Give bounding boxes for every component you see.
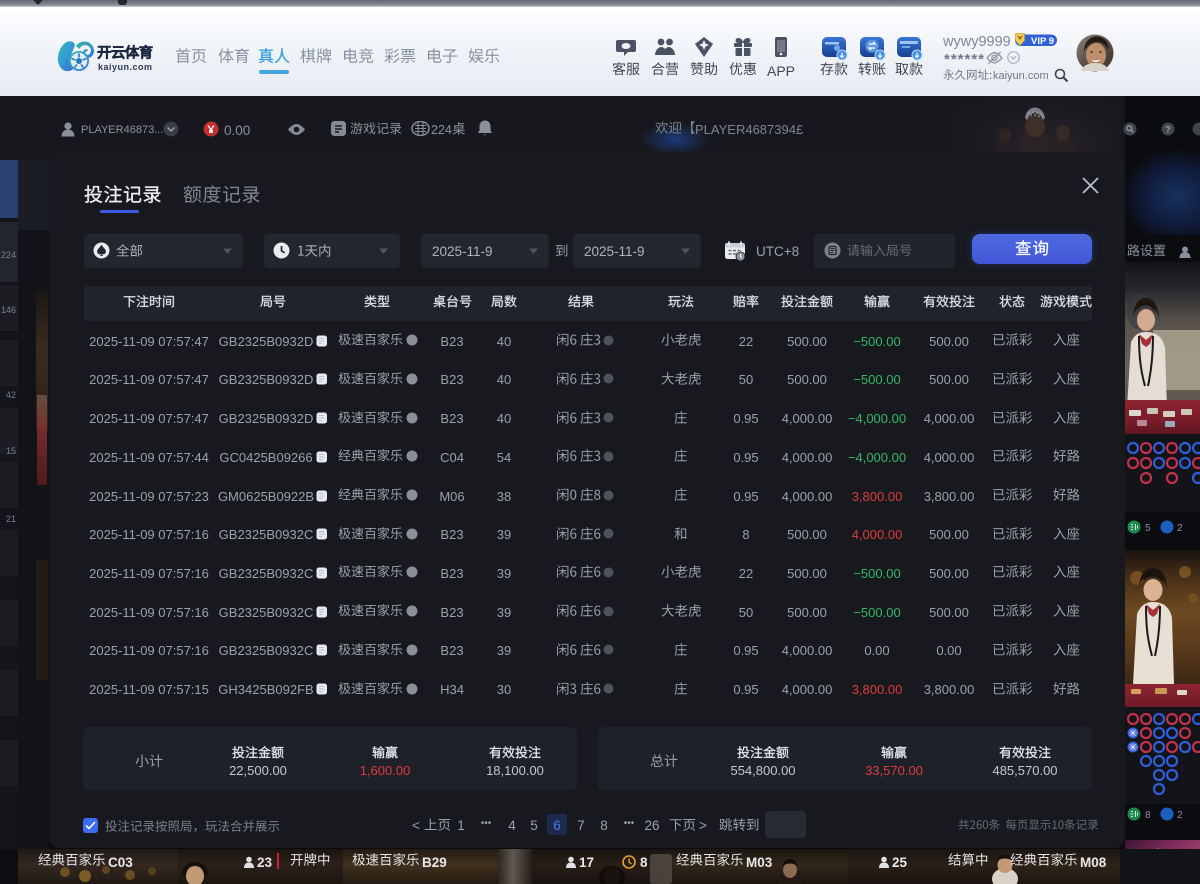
- svg-text:?: ?: [1165, 125, 1171, 136]
- svg-text:5: 5: [1145, 523, 1151, 534]
- svg-text:2: 2: [1177, 523, 1183, 534]
- svg-text:8: 8: [1145, 810, 1151, 821]
- svg-text:VIP 9: VIP 9: [1031, 36, 1054, 47]
- svg-text:2: 2: [1177, 810, 1183, 821]
